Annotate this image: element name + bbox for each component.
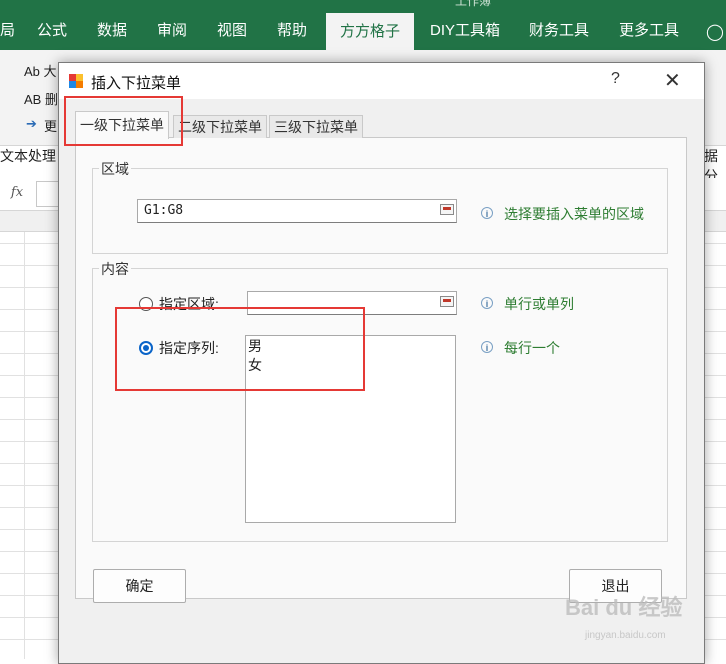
highlight-box-tab [64, 96, 183, 146]
range-picker-icon[interactable] [440, 204, 454, 215]
info-icon: i [481, 207, 493, 219]
info-icon: i [481, 341, 493, 353]
ribbon-tab-diy[interactable]: DIY工具箱 [424, 0, 506, 50]
ribbon-tab-finance[interactable]: 财务工具 [522, 0, 596, 50]
ribbon-tab-help[interactable]: 帮助 [270, 0, 314, 50]
region-group-title: 区域 [99, 159, 131, 179]
ribbon-tab-view[interactable]: 视图 [210, 0, 254, 50]
sequence-hint: 每行一个 [504, 340, 560, 356]
fx-icon[interactable]: fx [4, 181, 30, 205]
ribbon-tab-partial[interactable]: 局 [0, 0, 15, 50]
region-hint: 选择要插入菜单的区域 [504, 206, 644, 222]
app-icon [69, 74, 83, 88]
ok-button[interactable]: 确定 [93, 569, 186, 603]
baidu-watermark-url: jingyan.baidu.com [585, 630, 666, 641]
ribbon-tab-bar: 工作簿 局 公式 数据 审阅 视图 帮助 方方格子 DIY工具箱 财务工具 更多… [0, 0, 726, 50]
ribbon-item-text-case[interactable]: Ab 大 [24, 61, 57, 80]
range-hint: 单行或单列 [504, 296, 574, 312]
ribbon-tab-formulas[interactable]: 公式 [30, 0, 74, 50]
baidu-watermark: Bai du 经验 [565, 595, 683, 620]
info-icon: i [481, 297, 493, 309]
ribbon-tab-data[interactable]: 数据 [90, 0, 134, 50]
ribbon-tab-review[interactable]: 审阅 [150, 0, 194, 50]
close-icon[interactable]: ✕ [664, 68, 681, 93]
arrow-icon: ➔ [26, 116, 37, 131]
dialog-titlebar[interactable]: 插入下拉菜单 ? ✕ [59, 63, 704, 99]
group-label-text-processing: 文本处理 [0, 148, 56, 164]
dialog-title: 插入下拉菜单 [91, 75, 182, 92]
region-input-value: G1:G8 [144, 203, 184, 218]
content-group-title: 内容 [99, 259, 131, 279]
ribbon-tab-fangfang[interactable]: 方方格子 [326, 13, 414, 50]
highlight-box-sequence [115, 307, 365, 391]
ribbon-tab-more-tools[interactable]: 更多工具 [612, 0, 686, 50]
ribbon-item-delete[interactable]: AB 删 [24, 89, 58, 108]
lightbulb-icon[interactable]: ◯ [706, 22, 724, 42]
tab-level-2[interactable]: 二级下拉菜单 [173, 115, 267, 138]
range-picker-icon[interactable] [440, 296, 454, 307]
ribbon-item-more[interactable]: 更 [44, 116, 57, 135]
tab-level-3[interactable]: 三级下拉菜单 [269, 115, 363, 138]
help-icon[interactable]: ? [611, 70, 620, 88]
region-group: 区域 G1:G8 i 选择要插入菜单的区域 [92, 159, 668, 254]
region-input[interactable]: G1:G8 [137, 199, 457, 223]
